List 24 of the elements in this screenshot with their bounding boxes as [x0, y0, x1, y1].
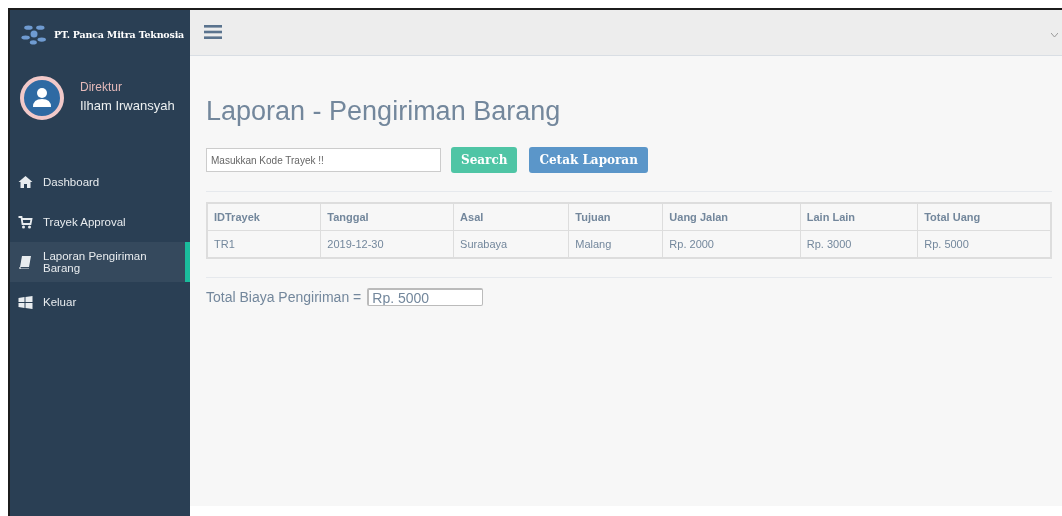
user-avatar-icon	[20, 76, 64, 120]
menu-item[interactable]: Laporan Pengiriman Barang	[10, 242, 190, 282]
cart-icon	[18, 215, 33, 229]
column-header: Asal	[453, 203, 569, 231]
book-icon	[18, 255, 33, 269]
column-header: Tanggal	[320, 203, 454, 231]
menu-item[interactable]: Dashboard	[10, 162, 190, 202]
menu-item[interactable]: Trayek Approval	[10, 202, 190, 242]
total-label: Total Biaya Pengiriman =	[206, 289, 362, 305]
column-header: Uang Jalan	[662, 203, 801, 231]
menu-icon[interactable]	[204, 25, 222, 39]
total-field[interactable]: Rp. 5000	[367, 288, 484, 306]
column-header: Tujuan	[568, 203, 663, 231]
column-header: IDTrayek	[207, 203, 321, 231]
page-title: Laporan - Pengiriman Barang	[206, 96, 562, 127]
search-field[interactable]: Masukkan Kode Trayek !!	[206, 148, 441, 172]
caret-icon[interactable]	[1051, 33, 1058, 37]
user-name: Ilham Irwansyah	[80, 98, 175, 113]
home-icon	[18, 176, 33, 188]
menu-item[interactable]: Keluar	[10, 282, 190, 322]
company-name: PT. Panca Mitra Teknosia	[54, 28, 184, 40]
windows-icon	[18, 295, 33, 309]
column-header: Lain Lain	[800, 203, 918, 231]
user-role: Direktur	[80, 80, 123, 94]
